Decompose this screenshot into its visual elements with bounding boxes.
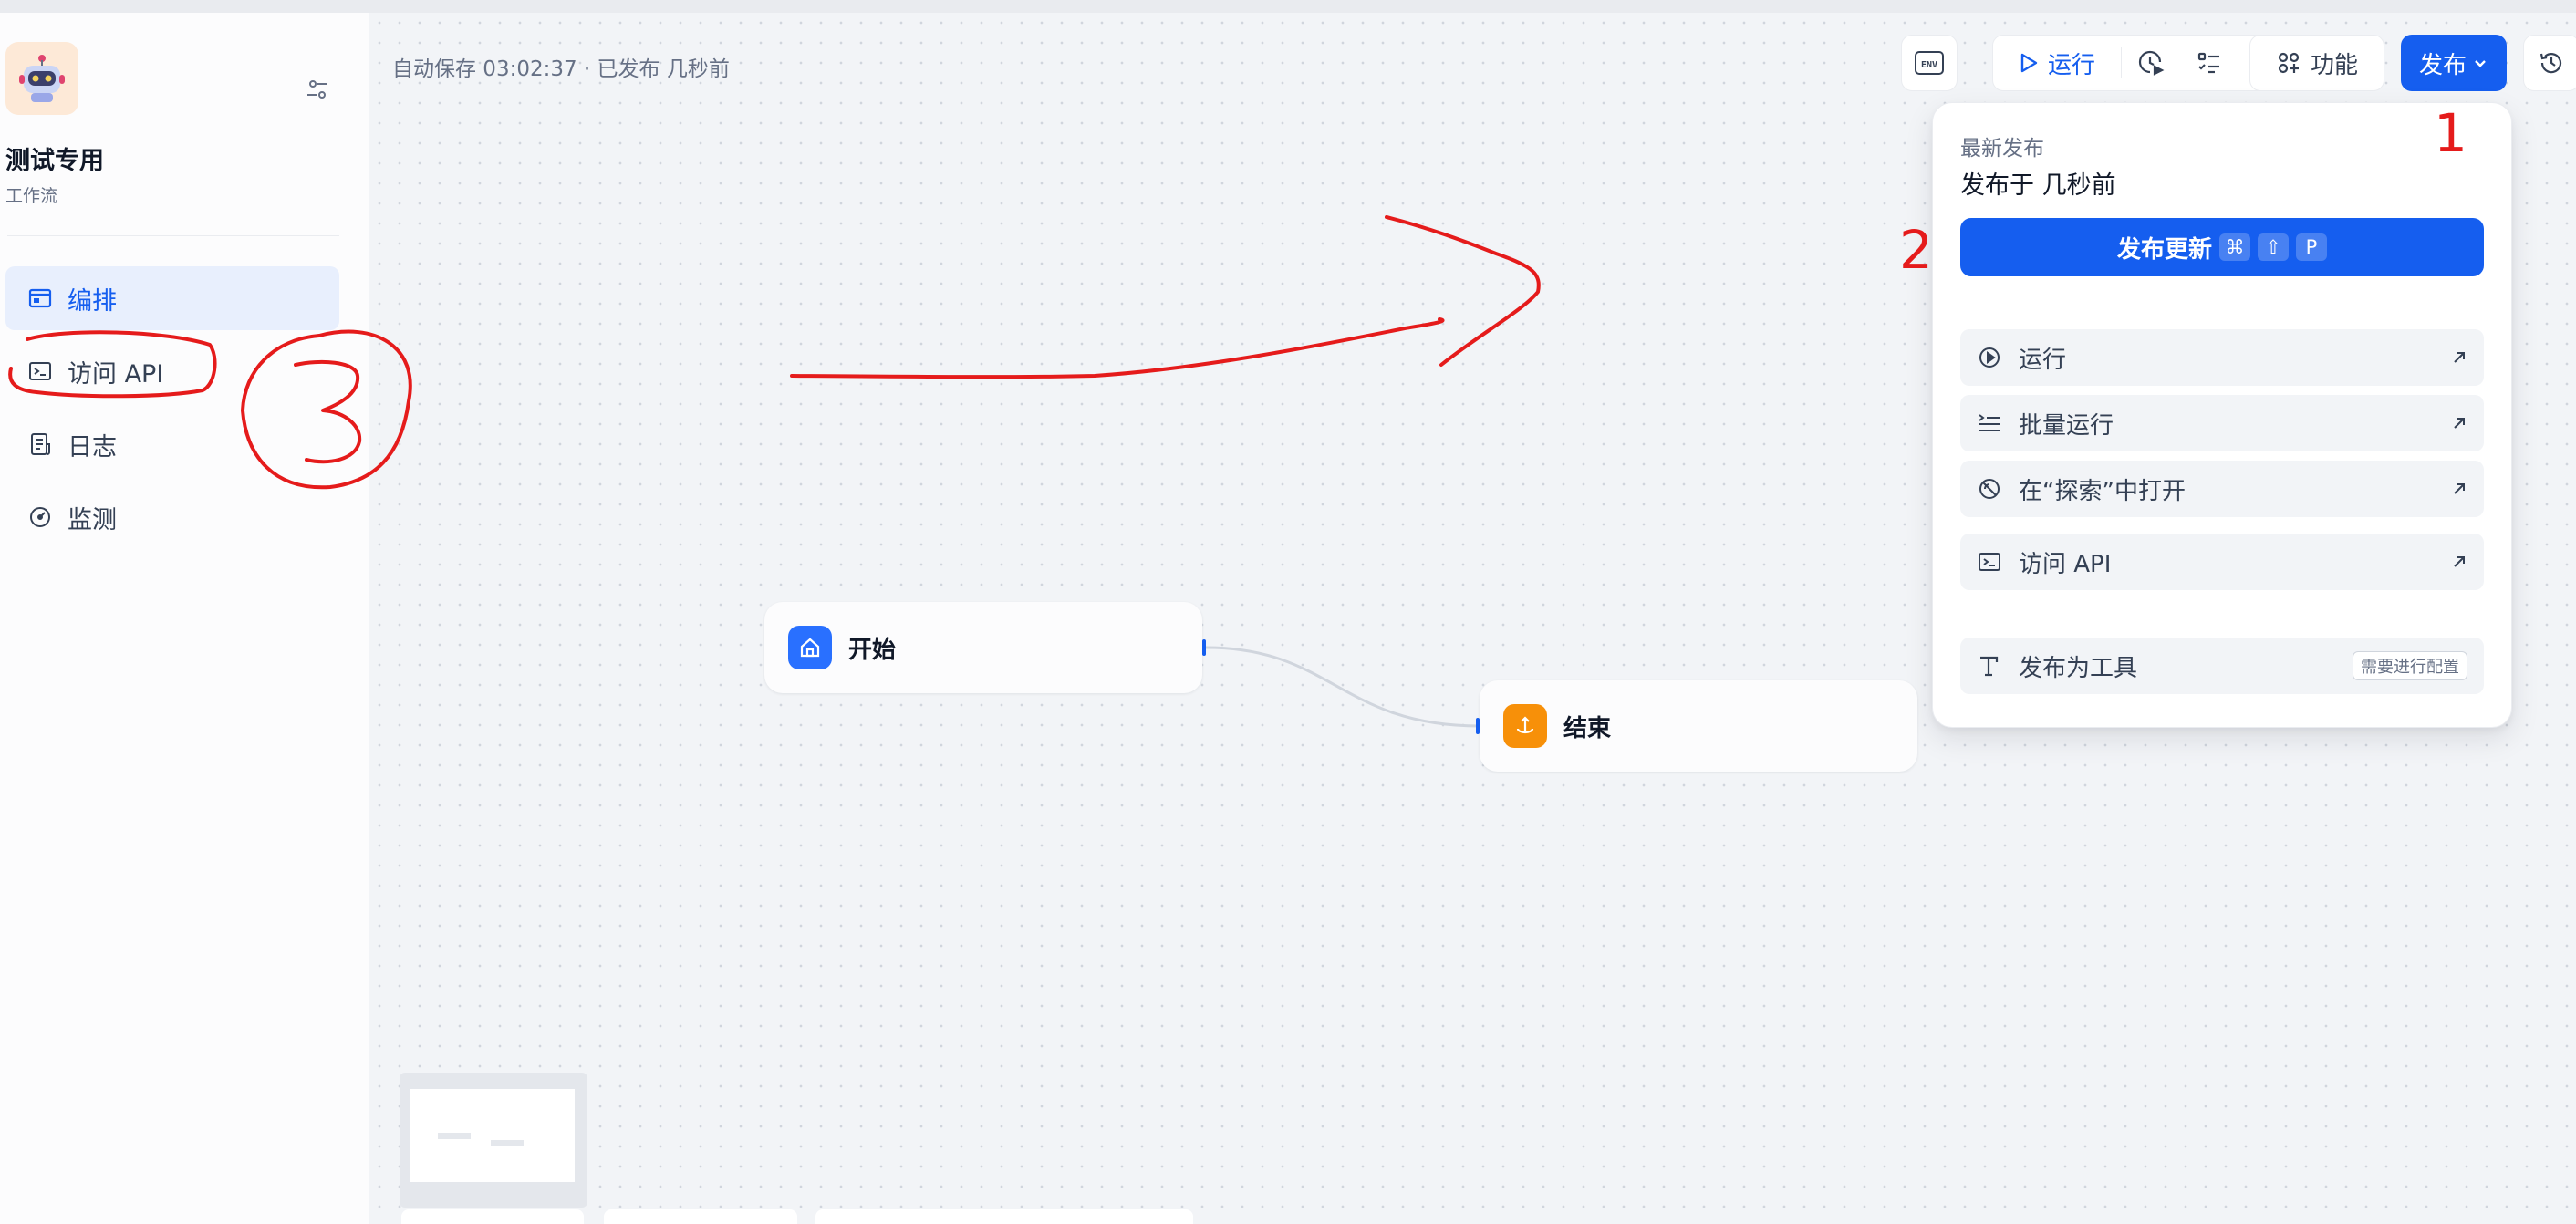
operator-panel[interactable] <box>815 1209 1193 1224</box>
node-label: 结束 <box>1563 714 1612 742</box>
annotation-number-1: 1 <box>2434 102 2467 164</box>
minimap-node <box>491 1140 524 1146</box>
annotation-number-2: 2 <box>1899 219 1933 281</box>
home-icon <box>788 626 832 669</box>
zoom-controls[interactable] <box>401 1209 584 1224</box>
node-start-output-handle[interactable] <box>1202 639 1206 656</box>
minimap-viewport <box>410 1089 575 1182</box>
end-icon <box>1503 704 1547 748</box>
node-start[interactable]: 开始 <box>764 602 1202 693</box>
minimap[interactable] <box>400 1073 587 1208</box>
canvas-controls[interactable] <box>604 1209 797 1224</box>
node-label: 开始 <box>848 636 897 664</box>
edge-start-end <box>1205 646 1480 728</box>
node-end-input-handle[interactable] <box>1476 718 1480 734</box>
node-end[interactable]: 结束 <box>1480 680 1917 772</box>
minimap-node <box>438 1133 471 1139</box>
workflow-edges <box>1205 646 1480 728</box>
